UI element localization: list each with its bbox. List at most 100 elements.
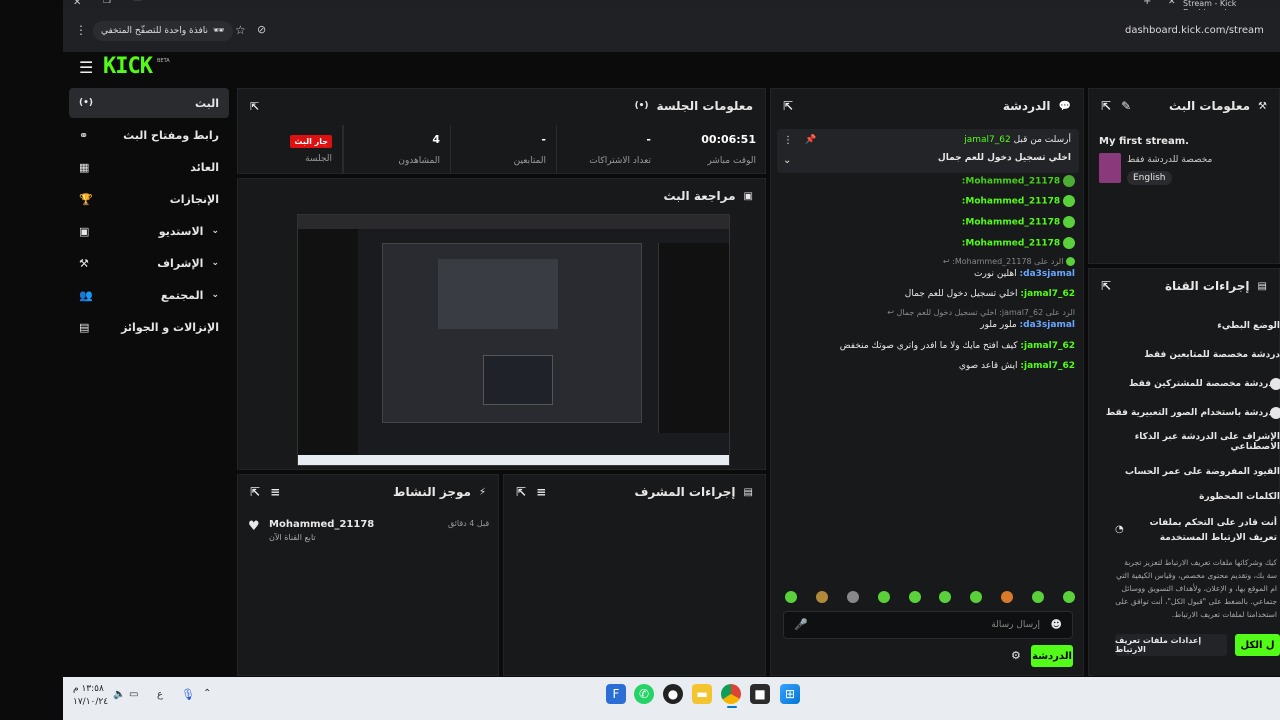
studio-icon: ▣: [79, 224, 90, 238]
hammer-icon: ⚒: [1258, 100, 1267, 112]
chat-username[interactable]: Mohammed_21178:: [962, 177, 1060, 187]
chat-message: Mohammed_21178:: [783, 195, 1083, 207]
chat-username[interactable]: da3sjamal:: [1020, 320, 1075, 330]
chat-username[interactable]: jamal7_62:: [1020, 361, 1075, 371]
sidebar-item-stream-key[interactable]: رابط ومفتاح البث ⚭: [69, 120, 229, 150]
viewers-value: 4: [432, 133, 440, 146]
window-titlebar: ✕ ❐ — + ✕ Stream - Kick Dashboard: [63, 0, 1280, 17]
chat-username[interactable]: jamal7_62:: [1020, 289, 1075, 299]
emote-icon[interactable]: [846, 591, 859, 603]
subscribers-only-row[interactable]: الدردشة مخصصة للمشتركين فقط: [1098, 374, 1280, 394]
filter-icon[interactable]: ≡: [270, 485, 280, 499]
windows-start-icon[interactable]: ⊞: [780, 684, 800, 704]
gear-icon[interactable]: ⚙: [1011, 649, 1021, 662]
folder-icon[interactable]: ▬: [692, 684, 712, 704]
emote-icon[interactable]: [815, 591, 828, 603]
chevron-up-icon[interactable]: ⌃: [203, 688, 211, 699]
file-explorer-app-icon[interactable]: F: [606, 684, 626, 704]
pinned-text: اخلي تسجيل دخول للعم جمال: [937, 153, 1071, 163]
edit-pencil-icon[interactable]: ✎: [1121, 99, 1131, 113]
url-text[interactable]: dashboard.kick.com/stream: [1125, 25, 1264, 36]
minimize-icon[interactable]: —: [133, 0, 142, 5]
volume-icon[interactable]: 🔈: [113, 689, 125, 700]
tab-close-icon[interactable]: ✕: [1168, 0, 1176, 7]
sidebar-item-label: البث: [194, 96, 219, 110]
chat-username[interactable]: jamal7_62:: [1020, 341, 1075, 351]
activity-user[interactable]: Mohammed_21178: [269, 519, 374, 530]
cookie-settings-button[interactable]: إعدادات ملفات تعريف الارتباط: [1115, 634, 1227, 656]
filter-icon[interactable]: ≡: [536, 485, 546, 499]
pinned-meta: أرسلت من قبل jamal7_62: [964, 135, 1071, 145]
microphone-icon[interactable]: 🎙: [181, 688, 195, 701]
close-icon[interactable]: ✕: [73, 0, 81, 8]
banned-words-row[interactable]: الكلمات المحظورة: [1098, 490, 1280, 504]
emoji-icon[interactable]: ☻: [1051, 618, 1062, 631]
setting-label: الوضع البطيء: [1217, 321, 1280, 331]
pinned-user[interactable]: jamal7_62: [964, 135, 1010, 145]
sidebar-item-revenue[interactable]: العائد ▦: [69, 152, 229, 182]
popout-icon[interactable]: ⇱: [783, 99, 793, 113]
emote-icon[interactable]: [785, 591, 797, 603]
emote-icon[interactable]: [877, 591, 890, 603]
sidebar-item-stream[interactable]: البث (•): [69, 88, 229, 118]
bookmark-star-icon[interactable]: ☆: [235, 23, 246, 37]
emote-icon[interactable]: [908, 591, 921, 603]
sidebar-item-achievements[interactable]: الإنجازات 🏆: [69, 184, 229, 214]
chat-message: Mohammed_21178:: [783, 237, 1083, 249]
mic-icon[interactable]: 🎤: [794, 618, 808, 631]
chat-username[interactable]: Mohammed_21178:: [962, 218, 1060, 228]
emotes-only-row[interactable]: الدردشة باستخدام الصور التعبيرية فقط: [1098, 403, 1280, 423]
kick-logo[interactable]: KICK: [103, 54, 153, 79]
terminal-icon[interactable]: ■: [750, 684, 770, 704]
emote-icon[interactable]: [1032, 591, 1044, 603]
emote-icon[interactable]: [1062, 591, 1075, 603]
chat-username[interactable]: Mohammed_21178:: [962, 197, 1060, 207]
sidebar-item-studio[interactable]: ⌄ الاستديو ▣: [69, 216, 229, 246]
chrome-icon[interactable]: [721, 684, 741, 704]
live-icon: (•): [79, 98, 93, 108]
popout-icon[interactable]: ⇱: [250, 485, 260, 499]
chat-message: jamal7_62: اخلي تسجيل دخول للعم جمال: [783, 289, 1083, 299]
send-chat-button[interactable]: الدردشة: [1031, 645, 1073, 667]
slow-mode-row[interactable]: الوضع البطيء: [1098, 316, 1280, 336]
menu-dots-icon[interactable]: ⋮: [75, 23, 87, 37]
more-icon[interactable]: ⋮: [783, 135, 793, 146]
popout-icon[interactable]: ⇱: [250, 100, 259, 113]
subscribers-only-toggle[interactable]: [1270, 378, 1280, 390]
ai-moderation-row[interactable]: الإشراف على الدردشة عبر الذكاء الاصطناعي: [1098, 432, 1280, 452]
incognito-chip[interactable]: نافذة واحدة للتصفّح المتخفي 🕶: [93, 21, 233, 41]
emote-icon[interactable]: [1001, 591, 1014, 603]
sidebar-item-drops[interactable]: الإنزالات و الجوائز ▤: [69, 312, 229, 342]
pinned-message[interactable]: ⋮ 📌 ⌄ أرسلت من قبل jamal7_62 اخلي تسجيل …: [777, 129, 1079, 173]
hamburger-menu-icon[interactable]: ☰: [79, 58, 93, 77]
chat-input[interactable]: 🎤 إرسال رسالة ☻: [783, 611, 1073, 639]
activity-header: ⚡ موجز النشاط ≡ ⇱: [238, 475, 498, 509]
popout-icon[interactable]: ⇱: [1101, 279, 1111, 293]
clock[interactable]: ١٣:٥٨ م ١٧/١٠/٢٤: [73, 683, 108, 709]
mod-actions-header: ▤ إجراءات المشرف ≡ ⇱: [504, 475, 765, 509]
sidebar-item-moderation[interactable]: ⌄ الإشراف ⚒: [69, 248, 229, 278]
account-age-row[interactable]: القيود المفروضة على عمر الحساب: [1098, 462, 1280, 482]
emote-icon[interactable]: [970, 591, 983, 603]
pin-icon[interactable]: 📌: [805, 135, 816, 145]
sidebar-item-community[interactable]: ⌄ المجتمع 👥: [69, 280, 229, 310]
chat-username[interactable]: Mohammed_21178:: [962, 239, 1060, 249]
popout-icon[interactable]: ⇱: [516, 485, 526, 499]
emote-icon[interactable]: [939, 591, 952, 603]
restore-icon[interactable]: ❐: [103, 0, 111, 6]
chat-username[interactable]: da3sjamal:: [1020, 269, 1075, 279]
chevron-down-icon[interactable]: ⌄: [783, 155, 791, 166]
language-indicator[interactable]: ع: [157, 689, 163, 700]
popout-icon[interactable]: ⇱: [1101, 99, 1111, 113]
accept-all-button[interactable]: ل الكل: [1235, 634, 1280, 656]
whatsapp-icon[interactable]: ✆: [634, 684, 654, 704]
chat-input-placeholder: إرسال رسالة: [991, 620, 1040, 630]
followers-only-row[interactable]: دردشة مخصصة للمتابعين فقط: [1098, 345, 1280, 365]
eye-off-icon[interactable]: ⊘: [257, 23, 266, 36]
new-tab-icon[interactable]: +: [1143, 0, 1151, 7]
obs-icon[interactable]: ●: [663, 684, 683, 704]
stream-video[interactable]: [297, 214, 730, 466]
emotes-only-toggle[interactable]: [1270, 407, 1280, 419]
network-icon[interactable]: ▭: [129, 689, 138, 700]
chat-message: Mohammed_21178:: [783, 216, 1083, 228]
